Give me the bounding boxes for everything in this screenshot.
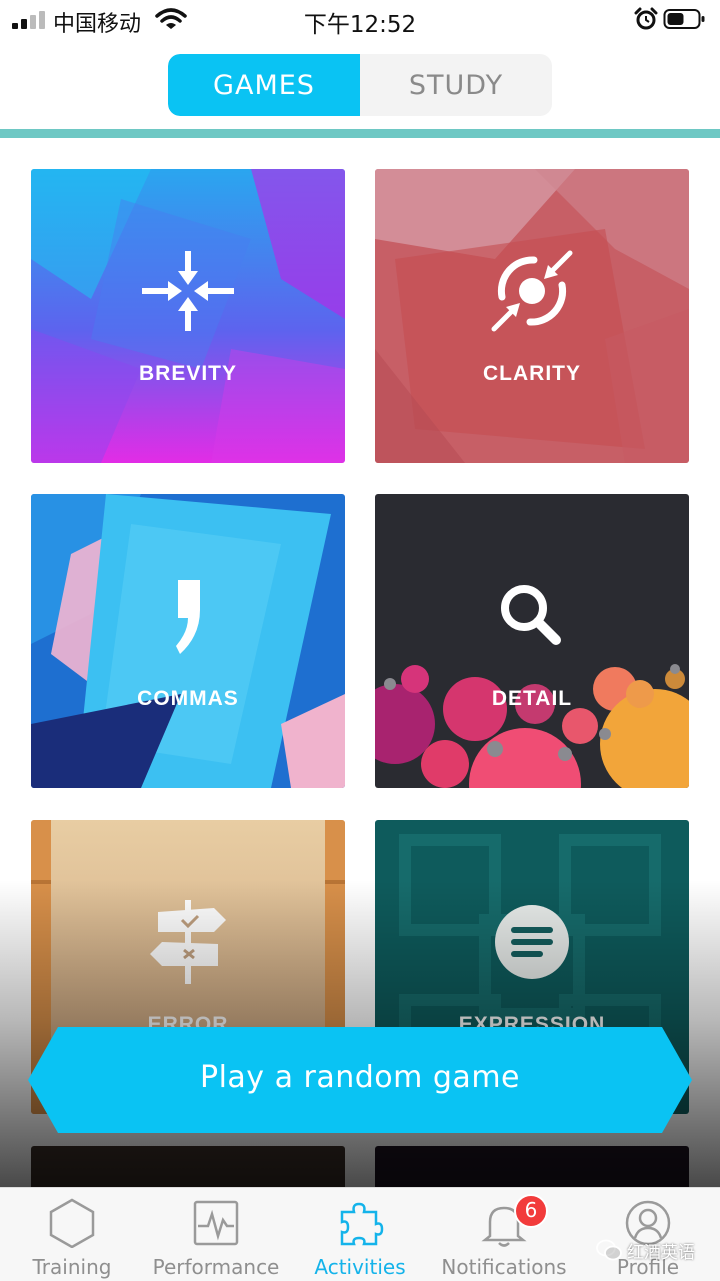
- tab-games[interactable]: GAMES: [168, 54, 360, 116]
- hexagon-icon: [49, 1198, 95, 1248]
- tab-study[interactable]: STUDY: [360, 54, 552, 116]
- puzzle-piece-icon: [340, 1202, 384, 1246]
- game-tile-detail[interactable]: DETAIL: [375, 494, 689, 788]
- tab-notifications[interactable]: Notifications: [432, 1188, 576, 1281]
- tab-training[interactable]: Training: [0, 1188, 144, 1281]
- game-tile-commas[interactable]: COMMAS: [31, 494, 345, 788]
- compress-arrows-icon: [142, 251, 234, 331]
- clock-time: 下午12:52: [303, 12, 417, 38]
- game-tile-clarity[interactable]: CLARITY: [375, 169, 689, 463]
- text-lines-icon: [495, 905, 569, 979]
- tab-performance[interactable]: Performance: [144, 1188, 288, 1281]
- focus-arrows-icon: [491, 250, 573, 332]
- pulse-chart-icon: [193, 1200, 239, 1246]
- tab-label: Training: [32, 1255, 112, 1279]
- header-divider: [0, 129, 720, 138]
- tab-label: Notifications: [441, 1255, 567, 1279]
- random-game-label: Play a random game: [199, 1060, 520, 1095]
- signpost-icon: [150, 900, 226, 984]
- bottom-tab-bar: Training Performance Activities Notifica…: [0, 1187, 720, 1281]
- battery-icon: [663, 9, 705, 29]
- tab-activities[interactable]: Activities: [288, 1188, 432, 1281]
- game-label: CLARITY: [483, 362, 581, 385]
- watermark: 红酒英语: [596, 1237, 695, 1263]
- games-study-toggle: GAMES STUDY: [168, 54, 552, 116]
- tab-label: Performance: [152, 1255, 280, 1279]
- tab-label: Activities: [314, 1255, 406, 1279]
- game-label: DETAIL: [491, 687, 573, 710]
- magnifier-icon: [501, 585, 561, 645]
- play-random-game-button[interactable]: Play a random game: [28, 1027, 692, 1133]
- comma-icon: [176, 580, 200, 654]
- game-label: COMMAS: [137, 687, 239, 710]
- notification-count-badge: 6: [514, 1194, 548, 1228]
- status-bar: 中国移动 下午12:52: [0, 0, 720, 40]
- tab-profile[interactable]: Profile: [576, 1188, 720, 1281]
- wechat-logo-icon: [596, 1239, 622, 1261]
- game-tile-brevity[interactable]: BREVITY: [31, 169, 345, 463]
- watermark-text: 红酒英语: [627, 1242, 695, 1263]
- alarm-clock-icon: [634, 7, 658, 30]
- game-label: BREVITY: [138, 362, 237, 385]
